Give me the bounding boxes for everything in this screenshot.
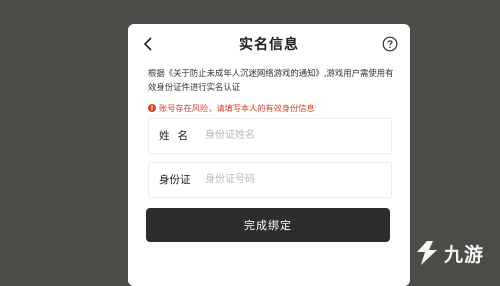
complete-binding-button[interactable]: 完成绑定 — [146, 208, 390, 242]
id-field: 身份证 — [148, 162, 392, 198]
real-name-dialog: 实名信息 根据《关于防止未成年人沉迷网络游戏的通知》,游戏用户需使用有效身份证件… — [128, 24, 410, 286]
watermark-text: 九游 — [444, 243, 485, 266]
risk-warning-text: 账号存在风险，请填写本人的有效身份信息 — [159, 103, 315, 113]
help-button[interactable] — [382, 36, 398, 52]
id-number-input[interactable] — [201, 167, 389, 191]
dialog-title: 实名信息 — [239, 37, 299, 53]
name-field-label: 姓名 — [159, 130, 196, 142]
question-circle-icon — [382, 36, 398, 52]
id-field-label: 身份证 — [159, 174, 191, 186]
risk-warning: ! 账号存在风险，请填写本人的有效身份信息 — [148, 102, 398, 114]
regulation-notice: 根据《关于防止未成年人沉迷网络游戏的通知》,游戏用户需使用有效身份证件进行实名认… — [148, 68, 394, 92]
name-field: 姓名 — [148, 118, 392, 154]
name-input[interactable] — [201, 123, 389, 147]
exclamation-circle-icon: ! — [148, 104, 156, 112]
watermark: 九游 — [412, 236, 496, 270]
jiuyou-logo — [417, 241, 437, 265]
dialog-header: 实名信息 — [128, 24, 410, 64]
